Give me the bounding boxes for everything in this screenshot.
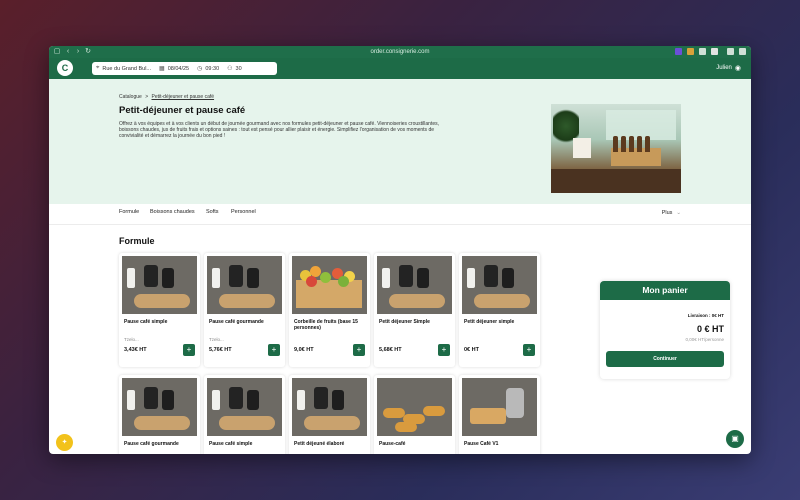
add-to-cart-button[interactable]: + — [523, 344, 535, 356]
product-price: 3,43€ HT — [124, 347, 147, 353]
cart-delivery: Livraison : 0€ HT — [687, 313, 724, 318]
clock-icon: ◷ — [197, 66, 203, 72]
product-subtitle: Tzelo... — [209, 337, 224, 342]
product-name: Pause café simple — [124, 319, 168, 325]
product-price: 5,76€ HT — [209, 347, 232, 353]
product-price: 0€ HT — [464, 347, 479, 353]
site-logo[interactable]: C — [57, 60, 73, 76]
address-field[interactable]: ⌖ Rue du Grand Bul... — [96, 65, 151, 72]
cart-title: Mon panier — [600, 281, 730, 300]
time-field[interactable]: ◷ 09:30 — [197, 65, 220, 73]
product-card[interactable]: Pause Café V1 — [459, 375, 540, 454]
product-name: Petit déjeuner simple — [464, 319, 515, 325]
browser-window: ▢ ‹ › ↻ order.consignerie.com C ⌖ Rue du… — [49, 46, 751, 454]
url-bar[interactable]: order.consignerie.com — [49, 47, 751, 57]
category-hero: Catalogue > Petit-déjeuner et pause café… — [49, 79, 751, 204]
tabs-icon[interactable] — [739, 48, 746, 55]
order-search-bar[interactable]: ⌖ Rue du Grand Bul... ▦ 08/04/25 ◷ 09:30… — [92, 62, 277, 75]
cart-per-person: 0,00€ HT/personne — [685, 337, 724, 342]
people-value: 30 — [235, 65, 242, 72]
chat-widget-icon[interactable]: ▣ — [726, 430, 744, 448]
breadcrumb-current[interactable]: Petit-déjeuner et pause café — [152, 94, 215, 100]
continue-button[interactable]: Continuer — [606, 351, 724, 367]
breadcrumb: Catalogue > Petit-déjeuner et pause café — [119, 94, 214, 100]
add-to-cart-button[interactable]: + — [438, 344, 450, 356]
product-image[interactable] — [207, 378, 282, 436]
product-image[interactable] — [377, 256, 452, 314]
product-card[interactable]: Petit déjeuner Simple 5,68€ HT + — [374, 253, 455, 367]
product-card[interactable]: Pause café simple — [204, 375, 285, 454]
site-header: C ⌖ Rue du Grand Bul... ▦ 08/04/25 ◷ 09:… — [49, 58, 751, 79]
more-label: Plus — [661, 210, 673, 216]
extension-icon[interactable] — [711, 48, 718, 55]
product-card[interactable]: Pause café gourmande — [119, 375, 200, 454]
product-image[interactable] — [292, 378, 367, 436]
category-description: Offrez à vos équipes et à vos clients un… — [119, 121, 440, 139]
product-card[interactable]: Pause café simple Tzelo... 3,43€ HT + — [119, 253, 200, 367]
breadcrumb-root[interactable]: Catalogue — [119, 94, 142, 100]
browser-chrome: ▢ ‹ › ↻ order.consignerie.com — [49, 46, 751, 58]
user-icon: ◉ — [734, 65, 741, 72]
extension-icon[interactable] — [687, 48, 694, 55]
product-name: Petit déjeuner Simple — [379, 319, 430, 325]
add-to-cart-button[interactable]: + — [353, 344, 365, 356]
chevron-down-icon: ⌄ — [676, 210, 681, 216]
product-price: 9,0€ HT — [294, 347, 314, 353]
product-name: Pause-café — [379, 441, 406, 447]
people-field[interactable]: ⚇ 30 — [227, 65, 242, 73]
user-menu[interactable]: Julien ◉ — [716, 62, 741, 75]
category-photo — [551, 104, 681, 193]
product-image[interactable] — [462, 256, 537, 314]
tab-personnel[interactable]: Personnel — [231, 209, 256, 215]
time-value: 09:30 — [205, 65, 220, 72]
product-card[interactable]: Pause café gourmande Tzelo... 5,76€ HT + — [204, 253, 285, 367]
cart-panel: Mon panier Livraison : 0€ HT 0 € HT 0,00… — [600, 281, 730, 379]
product-card[interactable]: Petit déjeuné élaboré — [289, 375, 370, 454]
date-value: 08/04/25 — [167, 65, 190, 72]
product-card[interactable]: Corbeille de fruits (base 15 personnes) 9… — [289, 253, 370, 367]
help-widget-icon[interactable]: ✦ — [56, 434, 73, 451]
tab-boissons-chaudes[interactable]: Boissons chaudes — [150, 209, 195, 215]
section-title: Formule — [119, 236, 155, 246]
cart-total: 0 € HT — [696, 324, 724, 334]
date-field[interactable]: ▦ 08/04/25 — [159, 65, 190, 73]
product-name: Petit déjeuné élaboré — [294, 441, 345, 447]
product-name: Pause café gourmande — [209, 319, 264, 325]
category-tabs: Formule Boissons chaudes Softs Personnel… — [49, 204, 751, 225]
location-pin-icon: ⌖ — [96, 65, 100, 71]
product-image[interactable] — [122, 378, 197, 436]
more-tabs-dropdown[interactable]: Plus ⌄ — [662, 210, 681, 216]
product-subtitle: Tzelo... — [124, 337, 139, 342]
product-name: Pause café simple — [209, 441, 253, 447]
tab-softs[interactable]: Softs — [206, 209, 219, 215]
user-name: Julien — [716, 65, 732, 71]
breadcrumb-separator: > — [145, 94, 149, 100]
add-to-cart-button[interactable]: + — [183, 344, 195, 356]
product-image[interactable] — [377, 378, 452, 436]
product-name: Pause café gourmande — [124, 441, 179, 447]
product-name: Corbeille de fruits (base 15 personnes) — [294, 319, 358, 331]
product-image[interactable] — [207, 256, 282, 314]
product-image[interactable] — [292, 256, 367, 314]
extension-icon[interactable] — [675, 48, 682, 55]
product-name: Pause Café V1 — [464, 441, 499, 447]
product-price: 5,68€ HT — [379, 347, 402, 353]
product-image[interactable] — [462, 378, 537, 436]
product-card[interactable]: Pause-café — [374, 375, 455, 454]
extension-icon[interactable] — [699, 48, 706, 55]
product-card[interactable]: Petit déjeuner simple 0€ HT + — [459, 253, 540, 367]
tab-formule[interactable]: Formule — [119, 209, 139, 215]
calendar-icon: ▦ — [159, 66, 165, 72]
product-image[interactable] — [122, 256, 197, 314]
add-to-cart-button[interactable]: + — [268, 344, 280, 356]
page-title: Petit-déjeuner et pause café — [119, 105, 246, 116]
new-tab-icon[interactable] — [727, 48, 734, 55]
people-icon: ⚇ — [227, 66, 233, 72]
address-value: Rue du Grand Bul... — [102, 65, 152, 72]
